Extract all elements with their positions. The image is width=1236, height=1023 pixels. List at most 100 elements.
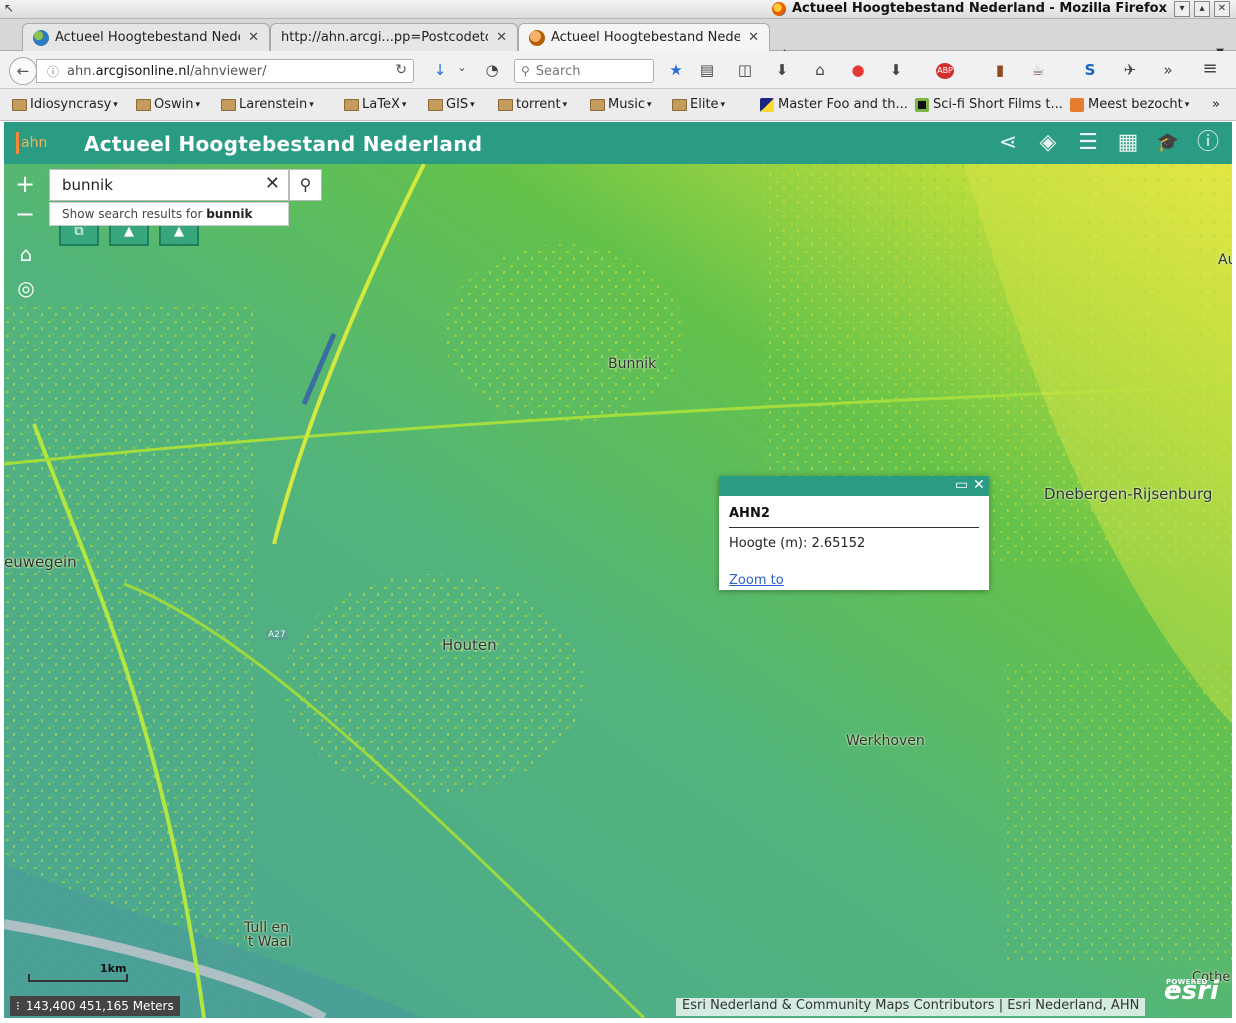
bookmarks-overflow-icon[interactable]: » — [1212, 97, 1220, 112]
locate-button[interactable]: ◎ — [12, 274, 40, 302]
zoom-to-link[interactable]: Zoom to — [729, 573, 979, 588]
download-menu-icon[interactable]: ⌄ — [452, 61, 472, 74]
tab-close-icon[interactable]: ✕ — [488, 30, 507, 45]
place-label: Au — [1218, 252, 1232, 268]
info-icon[interactable]: ⓘ — [1194, 129, 1222, 157]
scale-bar — [28, 974, 128, 982]
basemap-icon[interactable]: ▦ — [1114, 129, 1142, 157]
home-icon[interactable]: ⌂ — [810, 61, 830, 79]
tab-strip: Actueel Hoogtebestand Nede... ✕ http://a… — [0, 19, 1236, 66]
place-label: Werkhoven — [846, 733, 925, 749]
tab-label: Actueel Hoogtebestand Nede... — [55, 30, 241, 45]
tab-close-icon[interactable]: ✕ — [240, 30, 259, 45]
share-icon[interactable]: ⋖ — [994, 129, 1022, 157]
layers-icon[interactable]: ◈ — [1034, 129, 1062, 157]
place-label: Bunnik — [608, 356, 657, 372]
zoom-control: + − — [10, 170, 40, 230]
zoom-in-button[interactable]: + — [10, 170, 40, 200]
film-icon — [915, 97, 929, 112]
maximize-icon[interactable]: ▭ — [955, 477, 968, 493]
tab-close-icon[interactable]: ✕ — [740, 30, 759, 45]
bookmark-folder-gis[interactable]: GIS ▾ — [428, 97, 475, 112]
bookmark-folder-elite[interactable]: Elite ▾ — [672, 97, 725, 112]
folder-icon — [136, 98, 151, 111]
search-suggestion[interactable]: Show search results for bunnik — [49, 202, 289, 226]
zoom-out-button[interactable]: − — [10, 200, 40, 230]
map-search-input[interactable] — [50, 176, 250, 194]
bookmarks-toolbar: Idiosyncrasy ▾ Oswin ▾ Larenstein ▾ LaTeX ▾ … — [0, 89, 1236, 121]
bookmark-folder-music[interactable]: Music ▾ — [590, 97, 652, 112]
url-text[interactable]: ahn.arcgisonline.nl/ahnviewer/ — [67, 64, 267, 79]
map-search-button[interactable]: ⚲ — [289, 169, 322, 201]
bookmark-master-foo[interactable]: Master Foo and th... — [760, 97, 908, 112]
coordinate-display[interactable]: ⁝ 143,400 451,165 Meters — [10, 996, 180, 1016]
tab-label: Actueel Hoogtebestand Nede... — [551, 30, 741, 45]
bookmark-scifi-films[interactable]: Sci-fi Short Films t... — [915, 97, 1063, 112]
search-placeholder: Search — [535, 63, 581, 79]
reload-icon[interactable]: ↻ — [395, 62, 407, 78]
minimize-button[interactable]: ▾ — [1174, 1, 1190, 17]
clear-search-icon[interactable]: ✕ — [265, 173, 280, 194]
window-menu-icon[interactable]: ↖ — [4, 1, 14, 15]
attribution: Esri Nederland & Community Maps Contribu… — [676, 998, 1146, 1016]
pocket-icon[interactable]: ◫ — [735, 61, 755, 79]
map-view[interactable]: Bunnik Dnebergen-Rijsenburg euwegein Hou… — [4, 164, 1232, 1018]
bookmark-folder-meest-bezocht[interactable]: Meest bezocht ▾ — [1070, 97, 1189, 112]
bookmark-folder-larenstein[interactable]: Larenstein ▾ — [221, 97, 314, 112]
nav-toolbar: ⓘ ahn.arcgisonline.nl/ahnviewer/ ↻ ← ↓ ⌄… — [0, 51, 1236, 89]
bookmark-folder-torrent[interactable]: torrent ▾ — [498, 97, 567, 112]
folder-icon — [344, 98, 359, 111]
about-icon[interactable]: 🎓 — [1154, 129, 1182, 157]
tab-ahn-viewer-1[interactable]: Actueel Hoogtebestand Nede... ✕ — [22, 23, 270, 51]
url-bar[interactable]: ⓘ ahn.arcgisonline.nl/ahnviewer/ ↻ — [36, 59, 414, 83]
search-bar[interactable]: ⚲ Search — [514, 59, 654, 83]
bookmark-star-icon[interactable]: ★ — [666, 61, 686, 79]
identify-popup: ▭ ✕ AHN2 Hoogte (m): 2.65152 Zoom to — [719, 476, 989, 590]
greasemonkey-icon[interactable]: ✈ — [1120, 61, 1140, 79]
coordinate-toggle-icon[interactable]: ⁝ — [16, 999, 20, 1013]
download-icon[interactable]: ↓ — [430, 61, 450, 79]
firefox-icon — [772, 1, 786, 16]
home-button[interactable]: ⌂ — [12, 240, 40, 268]
back-button[interactable]: ← — [9, 57, 37, 85]
folder-icon — [672, 98, 687, 111]
popup-header: ▭ ✕ — [719, 476, 989, 496]
site-info-icon[interactable]: ⓘ — [47, 63, 59, 80]
legend-icon[interactable]: ☰ — [1074, 129, 1102, 157]
skype-icon[interactable]: S — [1080, 61, 1100, 79]
download-helper-icon[interactable]: ⬇ — [886, 61, 906, 79]
ahn-icon — [529, 29, 545, 46]
place-label: 't Waal — [244, 934, 292, 950]
history-icon[interactable]: ◔ — [482, 61, 502, 79]
close-icon[interactable]: ✕ — [973, 477, 985, 493]
popup-value: Hoogte (m): 2.65152 — [729, 536, 866, 551]
bookmark-folder-latex[interactable]: LaTeX ▾ — [344, 97, 406, 112]
overflow-icon[interactable]: » — [1158, 61, 1178, 79]
tab-ahn-viewer-active[interactable]: Actueel Hoogtebestand Nede... ✕ — [518, 23, 770, 51]
window-title: Actueel Hoogtebestand Nederland - Mozill… — [792, 1, 1167, 16]
downloads-icon[interactable]: ⬇ — [772, 61, 792, 79]
search-icon: ⚲ — [521, 64, 530, 78]
map-search-box: ✕ — [49, 169, 289, 201]
coordinate-text: 143,400 451,165 Meters — [25, 999, 174, 1013]
place-label: Houten — [442, 636, 497, 654]
bookmark-folder-oswin[interactable]: Oswin ▾ — [136, 97, 200, 112]
extension-icon[interactable]: ▮ — [990, 61, 1010, 79]
adblock-icon[interactable]: ABP — [936, 63, 954, 79]
color-picker-icon[interactable]: ● — [848, 61, 868, 79]
place-label: euwegein — [4, 553, 77, 571]
folder-icon — [590, 98, 605, 111]
elevation-map[interactable] — [4, 164, 1232, 1018]
reading-list-icon[interactable]: ▤ — [697, 61, 717, 79]
esri-logo[interactable]: POWERED BY esri — [1164, 976, 1219, 1006]
maximize-button[interactable]: ▴ — [1194, 1, 1210, 17]
tab-postcodetool[interactable]: http://ahn.arcgi...pp=Postcodetool ✕ — [270, 23, 518, 51]
close-window-button[interactable]: ✕ — [1214, 1, 1230, 17]
bookmark-folder-idiosyncrasy[interactable]: Idiosyncrasy ▾ — [12, 97, 118, 112]
tab-label: http://ahn.arcgi...pp=Postcodetool — [281, 30, 489, 45]
most-visited-icon — [1070, 97, 1084, 112]
coffee-icon[interactable]: ☕ — [1028, 61, 1048, 79]
folder-icon — [12, 98, 27, 111]
triangle-icon — [760, 97, 774, 112]
menu-icon[interactable]: ≡ — [1200, 58, 1220, 79]
